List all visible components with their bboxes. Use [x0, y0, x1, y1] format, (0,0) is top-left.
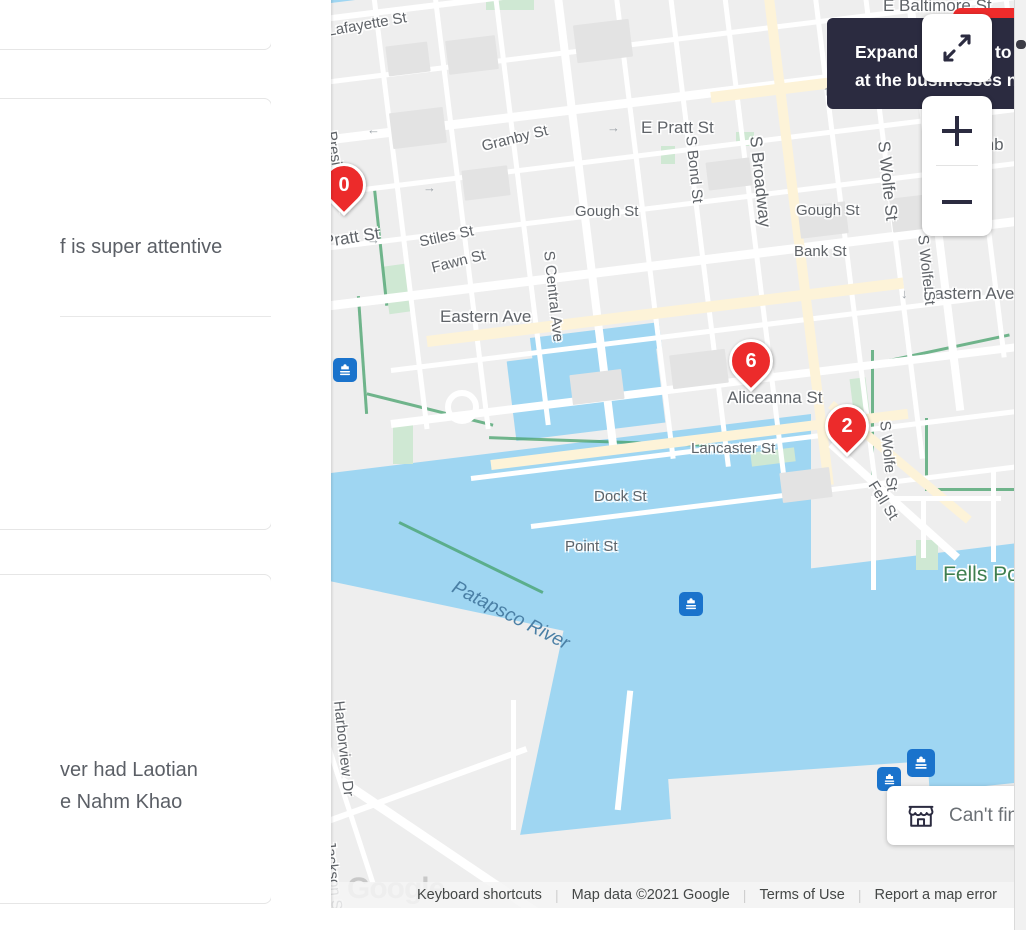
map-edge-shadow: [331, 0, 334, 908]
park: [393, 424, 413, 464]
plus-icon: [942, 115, 972, 146]
building: [705, 157, 753, 191]
scrollbar-thumb[interactable]: [1016, 40, 1026, 49]
building: [569, 368, 625, 406]
review-sidebar: f is super attentive ver had Laotian e N…: [0, 0, 331, 930]
review-snippet: ver had Laotian: [60, 759, 198, 781]
park: [916, 540, 938, 570]
review-card[interactable]: [0, 98, 272, 530]
zoom-controls: [922, 96, 992, 236]
street: [614, 690, 634, 811]
street: [871, 500, 876, 590]
building: [797, 201, 849, 239]
roundabout: [445, 390, 479, 424]
oneway-arrow-icon: →: [607, 120, 620, 135]
map-search-page: f is super attentive ver had Laotian e N…: [0, 0, 1026, 930]
marker-count: 6: [745, 349, 757, 372]
marker-count: 2: [841, 414, 853, 437]
ferry-stop-icon[interactable]: [333, 358, 357, 382]
park: [750, 447, 796, 467]
building: [779, 467, 833, 503]
review-snippet: e Nahm Khao: [60, 791, 183, 813]
expand-arrows-icon: [943, 34, 971, 62]
building: [572, 18, 634, 64]
map-data-attribution: Map data ©2021 Google: [571, 887, 730, 903]
marker-count: 0: [338, 173, 350, 196]
add-business-banner[interactable]: Can't find the business? Add it here: [887, 786, 1014, 845]
oneway-arrow-icon: →: [367, 232, 380, 247]
street: [921, 498, 926, 558]
report-map-error-link[interactable]: Report a map error: [862, 887, 1011, 903]
page-scrollbar[interactable]: [1014, 0, 1026, 930]
building: [669, 348, 729, 390]
place-label: Fells Po: [943, 563, 1014, 586]
building: [385, 41, 431, 77]
ferry-stop-icon[interactable]: [679, 592, 703, 616]
building: [461, 165, 511, 201]
street-label: Dock St: [594, 488, 647, 505]
shoreline: [398, 521, 544, 594]
expand-map-button[interactable]: [922, 14, 992, 82]
street: [511, 700, 516, 830]
oneway-arrow-icon: ↓: [901, 286, 908, 301]
sidebar-gutter: [271, 0, 331, 930]
storefront-icon: [907, 803, 935, 829]
terms-of-use-link[interactable]: Terms of Use: [746, 887, 857, 903]
building: [445, 35, 499, 75]
street-label: Point St: [565, 538, 618, 555]
card-divider: [60, 316, 290, 317]
review-card[interactable]: [0, 0, 272, 50]
building: [389, 106, 447, 150]
zoom-out-button[interactable]: [922, 167, 992, 236]
ferry-stop-icon[interactable]: [907, 749, 935, 777]
map-canvas[interactable]: Lafayette St President St Granby St E Pr…: [331, 0, 1014, 908]
zoom-divider: [936, 165, 978, 166]
review-card[interactable]: [0, 574, 272, 904]
oneway-arrow-icon: ←: [367, 122, 380, 137]
zoom-in-button[interactable]: [922, 96, 992, 165]
keyboard-shortcuts-link[interactable]: Keyboard shortcuts: [404, 887, 555, 903]
add-business-prompt: Can't find the business?: [949, 804, 1014, 826]
map-attribution-bar: Keyboard shortcuts | Map data ©2021 Goog…: [331, 882, 1014, 908]
street: [871, 496, 1001, 501]
oneway-arrow-icon: →: [423, 180, 436, 195]
minus-icon: [942, 187, 972, 217]
review-snippet: f is super attentive: [60, 236, 223, 258]
street: [991, 472, 996, 562]
